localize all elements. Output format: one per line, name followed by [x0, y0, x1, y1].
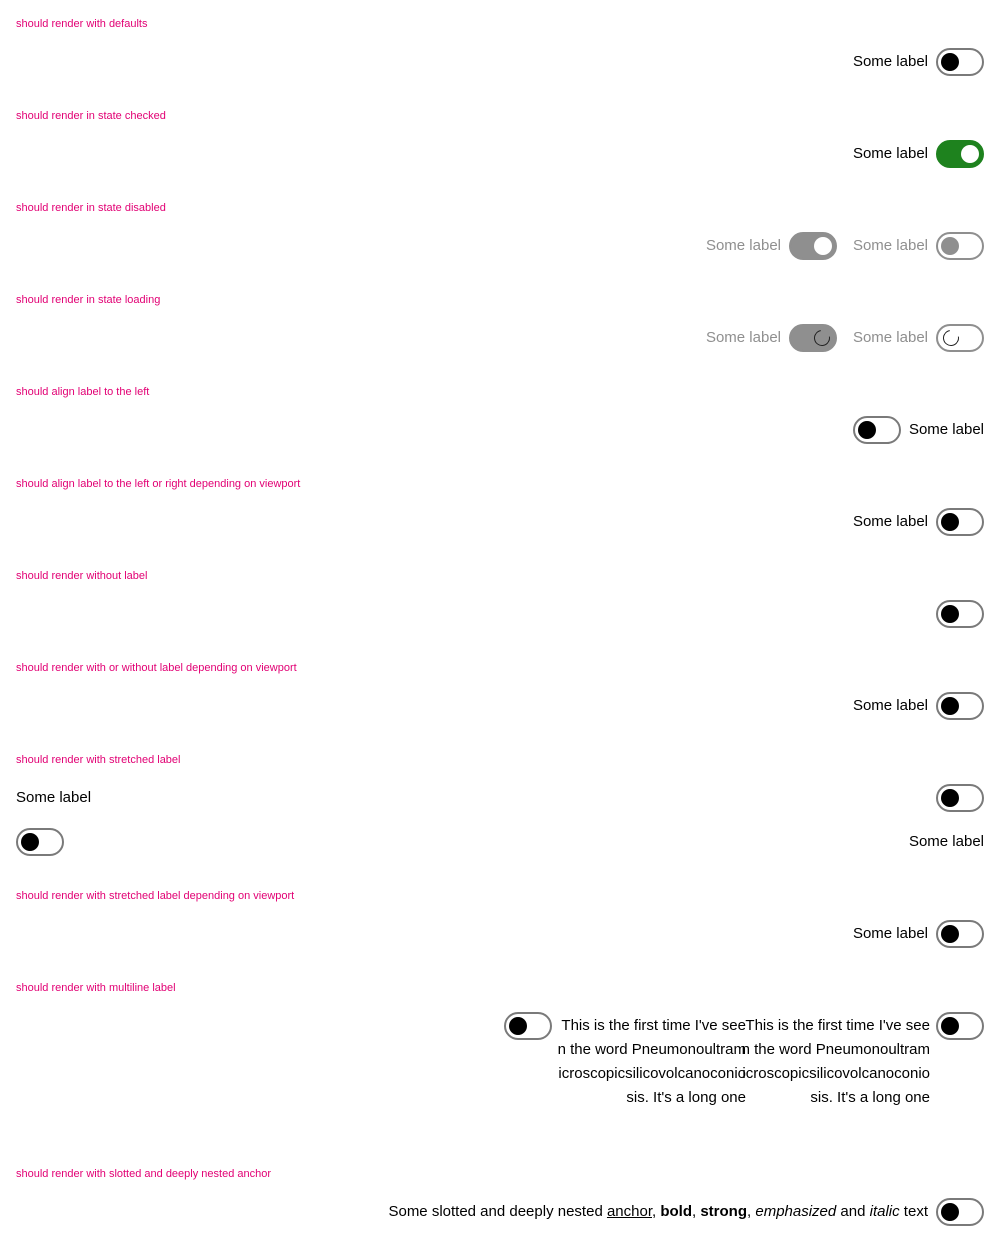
switch-label-slotted[interactable]: Some slotted and deeply nested anchor, b…	[388, 1200, 928, 1224]
switch-align-left[interactable]	[853, 416, 901, 444]
multiline-label-text: This is the first time I've seen the wor…	[741, 1017, 930, 1106]
switch-thumb	[941, 925, 959, 943]
section-title-loading: should render in state loading	[16, 294, 161, 306]
switch-with-or-without[interactable]	[936, 692, 984, 720]
section-title-with-or-without: should render with or without label depe…	[16, 662, 297, 674]
section-title-disabled: should render in state disabled	[16, 202, 166, 214]
slotted-suffix: text	[899, 1203, 928, 1220]
switch-loading	[936, 324, 984, 352]
section-title-align-left: should align label to the left	[16, 386, 150, 398]
switch-label-multiline[interactable]: This is the first time I've seen the wor…	[740, 1014, 930, 1110]
switch-label-checked[interactable]: Some label	[853, 142, 928, 166]
switch-stretched[interactable]	[936, 784, 984, 812]
switch-multiline[interactable]	[936, 1012, 984, 1040]
switch-thumb	[509, 1017, 527, 1035]
switch-label-disabled: Some label	[852, 237, 928, 254]
slotted-and: and	[836, 1203, 870, 1220]
switch-multiline-left[interactable]	[504, 1012, 552, 1040]
slotted-italic-text: italic	[869, 1203, 900, 1220]
switch-label-stretched-viewport[interactable]: Some label	[853, 922, 928, 946]
slotted-anchor-link[interactable]: anchor	[607, 1203, 652, 1220]
switch-thumb	[941, 1203, 959, 1221]
switch-label-disabled-checked: Some label	[705, 237, 781, 254]
switch-thumb	[858, 421, 876, 439]
switch-align-viewport[interactable]	[936, 508, 984, 536]
switch-defaults[interactable]	[936, 48, 984, 76]
switch-label-with-or-without[interactable]: Some label	[853, 694, 928, 718]
section-title-checked: should render in state checked	[16, 110, 166, 122]
switch-label-loading: Some label	[852, 329, 928, 346]
slotted-emphasized-text: emphasized	[755, 1203, 837, 1220]
switch-label-defaults[interactable]: Some label	[853, 50, 928, 74]
slotted-prefix: Some slotted and deeply nested	[388, 1203, 607, 1220]
switch-thumb	[941, 237, 959, 255]
switch-label-align-left[interactable]: Some label	[909, 418, 984, 442]
loading-spinner-icon	[810, 326, 834, 350]
switch-thumb	[941, 513, 959, 531]
switch-stretched-viewport[interactable]	[936, 920, 984, 948]
switch-label-stretched-left[interactable]: Some label	[909, 830, 984, 854]
switch-disabled-checked	[789, 232, 837, 260]
switch-thumb	[941, 605, 959, 623]
switch-label-loading-checked: Some label	[705, 329, 781, 346]
switch-loading-checked	[789, 324, 837, 352]
multiline-label-text: This is the first time I've seen the wor…	[557, 1017, 746, 1106]
switch-checked[interactable]	[936, 140, 984, 168]
section-title-without-label: should render without label	[16, 570, 148, 582]
switch-disabled	[936, 232, 984, 260]
switch-thumb	[941, 1017, 959, 1035]
section-title-stretched-viewport: should render with stretched label depen…	[16, 890, 295, 902]
switch-label-multiline-left[interactable]: This is the first time I've seen the wor…	[556, 1014, 746, 1110]
section-title-slotted: should render with slotted and deeply ne…	[16, 1168, 272, 1180]
slotted-bold-text: bold	[660, 1203, 692, 1220]
switch-slotted[interactable]	[936, 1198, 984, 1226]
switch-thumb	[814, 237, 832, 255]
switch-thumb	[941, 697, 959, 715]
section-title-align-viewport: should align label to the left or right …	[16, 478, 301, 490]
switch-stretched-left[interactable]	[16, 828, 64, 856]
switch-without-label[interactable]	[936, 600, 984, 628]
switch-label-align-viewport[interactable]: Some label	[853, 510, 928, 534]
loading-spinner-icon	[939, 326, 963, 350]
switch-thumb	[961, 145, 979, 163]
section-title-defaults: should render with defaults	[16, 18, 148, 30]
switch-thumb	[21, 833, 39, 851]
section-title-multiline: should render with multiline label	[16, 982, 176, 994]
section-title-stretched: should render with stretched label	[16, 754, 181, 766]
switch-thumb	[941, 789, 959, 807]
slotted-strong-text: strong	[700, 1203, 748, 1220]
switch-thumb	[941, 53, 959, 71]
switch-label-stretched[interactable]: Some label	[16, 786, 91, 810]
